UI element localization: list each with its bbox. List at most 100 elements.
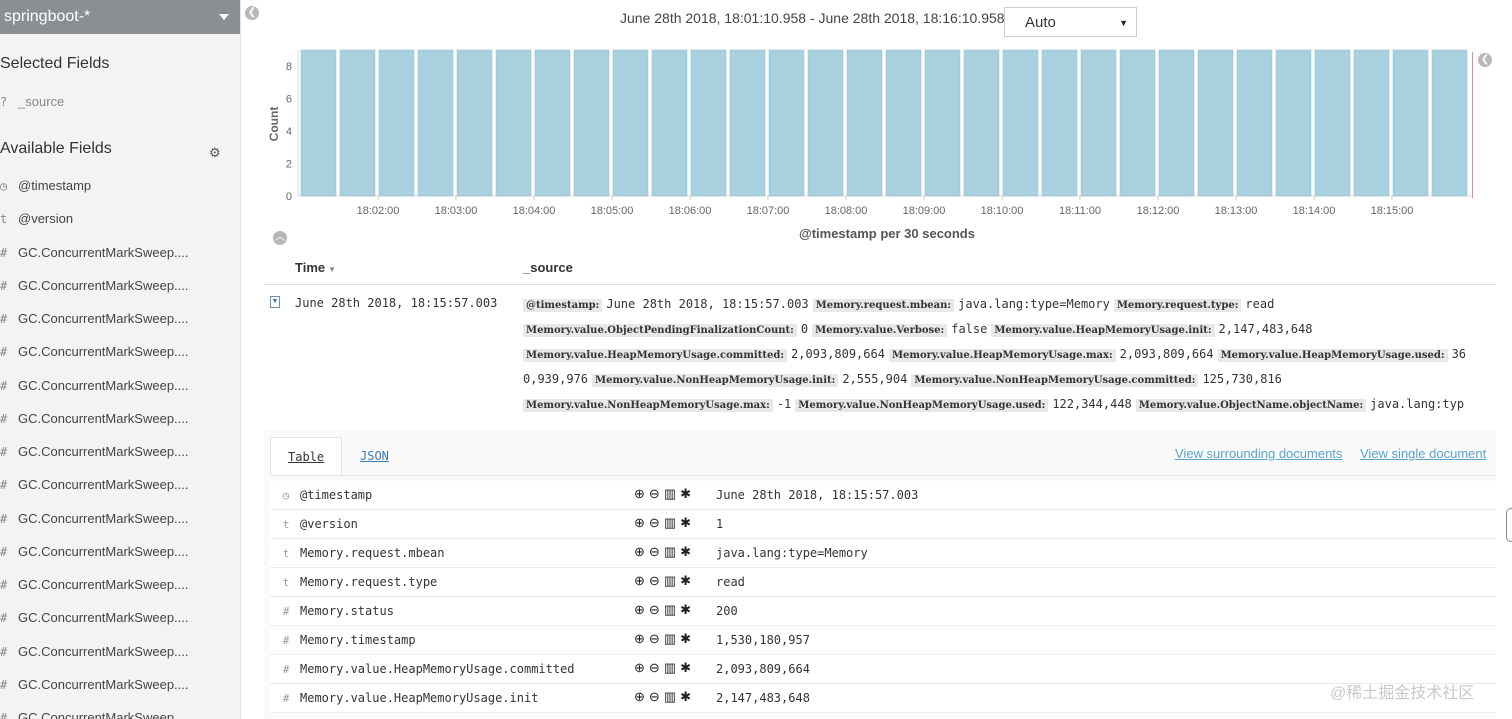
available-field-item[interactable]: # GC.ConcurrentMarkSweep.... (0, 677, 189, 697)
columns-icon[interactable]: ▥ (664, 689, 680, 704)
selected-field-item[interactable]: ? _source (0, 94, 64, 114)
view-single-link[interactable]: View single document (1360, 446, 1486, 461)
zoom-out-icon[interactable]: ⊖ (649, 486, 664, 501)
histogram-bar[interactable] (1080, 49, 1117, 197)
exists-filter-icon[interactable]: ✱ (680, 660, 695, 675)
collapse-row-icon[interactable]: ▼ (270, 296, 280, 308)
histogram-bar[interactable] (1041, 49, 1078, 197)
exists-filter-icon[interactable]: ✱ (680, 486, 695, 501)
available-field-item[interactable]: # GC.ConcurrentMarkSweep.... (0, 511, 189, 531)
histogram-bar[interactable] (768, 49, 805, 197)
histogram-bar[interactable] (690, 49, 727, 197)
zoom-out-icon[interactable]: ⊖ (649, 515, 664, 530)
zoom-out-icon[interactable]: ⊖ (649, 631, 664, 646)
available-field-item[interactable]: # GC.ConcurrentMarkSweep.... (0, 411, 189, 431)
histogram-bar[interactable] (651, 49, 688, 197)
index-pattern-select[interactable]: springboot-* (0, 0, 240, 34)
y-tick-label: 6 (286, 94, 292, 106)
zoom-in-icon[interactable]: ⊕ (634, 573, 649, 588)
zoom-in-icon[interactable]: ⊕ (634, 544, 649, 559)
exists-filter-icon[interactable]: ✱ (680, 573, 695, 588)
exists-filter-icon[interactable]: ✱ (680, 515, 695, 530)
histogram-bar[interactable] (1197, 49, 1234, 197)
zoom-out-icon[interactable]: ⊖ (649, 602, 664, 617)
columns-icon[interactable]: ▥ (664, 660, 680, 675)
tab-json[interactable]: JSON (360, 449, 389, 463)
scroll-handle[interactable] (1506, 508, 1512, 542)
histogram-bar[interactable] (378, 49, 415, 197)
zoom-out-icon[interactable]: ⊖ (649, 573, 664, 588)
collapse-chart-icon[interactable]: ︿ (273, 231, 287, 245)
available-field-item[interactable]: ◷ @timestamp (0, 178, 91, 198)
source-line: 0,939,976 Memory.value.NonHeapMemoryUsage… (523, 372, 1286, 387)
histogram-bar[interactable] (1119, 49, 1156, 197)
available-field-item[interactable]: # GC.ConcurrentMarkSweep.... (0, 610, 189, 630)
histogram-bar[interactable] (963, 49, 1000, 197)
available-field-item[interactable]: t @version (0, 211, 73, 231)
histogram-bar[interactable] (456, 49, 493, 197)
view-surrounding-link[interactable]: View surrounding documents (1175, 446, 1342, 461)
x-tick-label: 18:11:00 (1059, 205, 1101, 217)
exists-filter-icon[interactable]: ✱ (680, 544, 695, 559)
exists-filter-icon[interactable]: ✱ (680, 631, 695, 646)
histogram-bar[interactable] (1275, 49, 1312, 197)
available-field-item[interactable]: # GC.ConcurrentMarkSweep.... (0, 344, 189, 364)
columns-icon[interactable]: ▥ (664, 486, 680, 501)
available-field-item[interactable]: # GC.ConcurrentMarkSweep.... (0, 577, 189, 597)
histogram-bar[interactable] (924, 49, 961, 197)
exists-filter-icon[interactable]: ✱ (680, 602, 695, 617)
histogram-bar[interactable] (300, 49, 337, 197)
columns-icon[interactable]: ▥ (664, 515, 680, 530)
source-key: Memory.value.HeapMemoryUsage.used: (1217, 349, 1448, 362)
available-field-item[interactable]: # GC.ConcurrentMarkSweep.... (0, 378, 189, 398)
row-time-value: June 28th 2018, 18:15:57.003 (295, 296, 498, 310)
collapse-sidebar-icon[interactable]: ❮ (245, 6, 259, 20)
zoom-out-icon[interactable]: ⊖ (649, 689, 664, 704)
histogram-bar[interactable] (846, 49, 883, 197)
histogram-bar[interactable] (885, 49, 922, 197)
available-field-item[interactable]: # GC.ConcurrentMarkSweep.... (0, 710, 189, 719)
columns-icon[interactable]: ▥ (664, 573, 680, 588)
histogram-bar[interactable] (1314, 49, 1351, 197)
histogram-bar[interactable] (339, 49, 376, 197)
columns-icon[interactable]: ▥ (664, 602, 680, 617)
divider (270, 475, 1496, 476)
histogram-bar[interactable] (612, 49, 649, 197)
tab-table[interactable]: Table (270, 437, 342, 475)
histogram-bar[interactable] (1158, 49, 1195, 197)
zoom-in-icon[interactable]: ⊕ (634, 515, 649, 530)
zoom-out-icon[interactable]: ⊖ (649, 660, 664, 675)
interval-select[interactable]: Auto ▼ (1004, 7, 1137, 37)
available-field-item[interactable]: # GC.ConcurrentMarkSweep.... (0, 245, 189, 265)
zoom-in-icon[interactable]: ⊕ (634, 602, 649, 617)
histogram-bar[interactable] (417, 49, 454, 197)
histogram-bar[interactable] (1392, 49, 1429, 197)
zoom-in-icon[interactable]: ⊕ (634, 486, 649, 501)
sort-down-icon[interactable]: ▼ (328, 265, 336, 274)
available-field-item[interactable]: # GC.ConcurrentMarkSweep.... (0, 544, 189, 564)
available-field-item[interactable]: # GC.ConcurrentMarkSweep.... (0, 444, 189, 464)
available-field-item[interactable]: # GC.ConcurrentMarkSweep.... (0, 311, 189, 331)
available-field-item[interactable]: # GC.ConcurrentMarkSweep.... (0, 644, 189, 664)
histogram-bar[interactable] (807, 49, 844, 197)
histogram-bar[interactable] (573, 49, 610, 197)
zoom-in-icon[interactable]: ⊕ (634, 689, 649, 704)
zoom-in-icon[interactable]: ⊕ (634, 631, 649, 646)
histogram-bar[interactable] (495, 49, 532, 197)
histogram-bar[interactable] (1002, 49, 1039, 197)
histogram-bar[interactable] (729, 49, 766, 197)
exists-filter-icon[interactable]: ✱ (680, 689, 695, 704)
zoom-in-icon[interactable]: ⊕ (634, 660, 649, 675)
zoom-out-icon[interactable]: ⊖ (649, 544, 664, 559)
columns-icon[interactable]: ▥ (664, 631, 680, 646)
available-field-item[interactable]: # GC.ConcurrentMarkSweep.... (0, 477, 189, 497)
histogram-bar[interactable] (534, 49, 571, 197)
columns-icon[interactable]: ▥ (664, 544, 680, 559)
histogram-bar[interactable] (1353, 49, 1390, 197)
histogram-bar[interactable] (1431, 49, 1468, 197)
expand-chart-icon[interactable]: ❮ (1478, 53, 1492, 67)
gear-icon[interactable]: ⚙ (209, 145, 221, 161)
time-column-header[interactable]: Time ▼ (295, 260, 336, 275)
histogram-bar[interactable] (1236, 49, 1273, 197)
available-field-item[interactable]: # GC.ConcurrentMarkSweep.... (0, 278, 189, 298)
